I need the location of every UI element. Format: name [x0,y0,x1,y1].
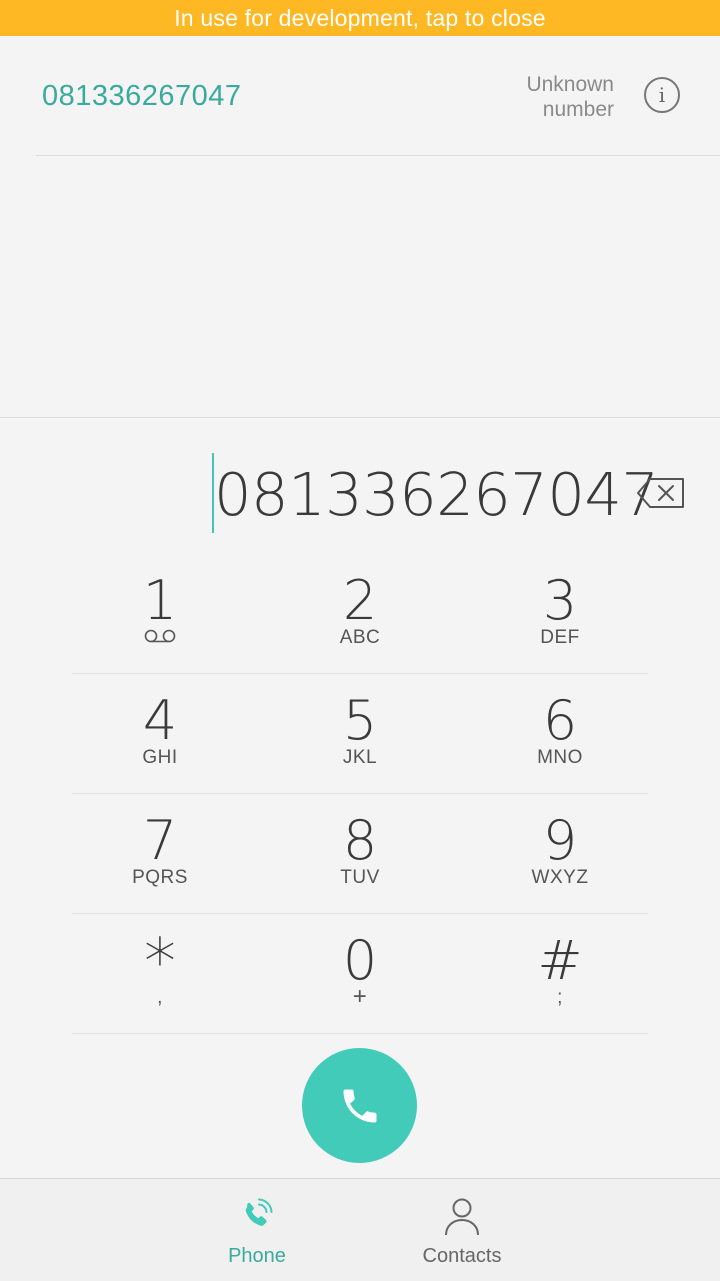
key-3[interactable]: 3 DEF [460,553,660,673]
key-digit: 6 [542,689,578,752]
info-icon[interactable]: i [644,77,680,113]
key-letters: ABC [339,627,381,648]
unknown-number-label-line1: Unknown [526,73,614,96]
keypad-row: 7 PQRS 8 TUV 9 WXYZ [60,793,660,913]
unknown-number-label-line2: number [542,98,614,121]
key-digit: 4 [142,689,178,752]
phone-icon [343,1089,376,1122]
keypad-row: 4 GHI 5 JKL 6 MNO [60,673,660,793]
key-digit: 5 [342,689,378,752]
key-9[interactable]: 9 WXYZ [460,793,660,913]
key-5[interactable]: 5 JKL [260,673,460,793]
key-letters: MNO [537,747,583,768]
key-7[interactable]: 7 PQRS [60,793,260,913]
key-digit: 3 [542,569,578,632]
keypad-row: 1 2 ABC 3 DEF [60,553,660,673]
key-2[interactable]: 2 ABC [260,553,460,673]
backspace-icon[interactable] [636,477,686,509]
divider [0,417,720,418]
key-digit: 1 [142,569,178,632]
key-digit: 0 [342,929,378,992]
key-8[interactable]: 8 TUV [260,793,460,913]
key-digit: # [537,929,583,992]
divider [36,155,720,156]
key-hash[interactable]: # ; [460,913,660,1033]
tab-phone-label: Phone [228,1245,286,1267]
tab-phone[interactable]: Phone [157,1179,357,1281]
call-button[interactable] [302,1048,417,1163]
key-1[interactable]: 1 [60,553,260,673]
dial-keypad: 1 2 ABC 3 DEF 4 GHI 5 JKL 6 MNO 7 PQRS 8… [60,553,660,1034]
development-banner[interactable]: In use for development, tap to close [0,0,720,36]
key-digit: 9 [542,809,578,872]
key-letters: ; [557,987,563,1008]
dialed-number[interactable]: 081336267047 [214,458,659,532]
divider [72,1033,648,1034]
key-digit: 8 [342,809,378,872]
contacts-tab-icon [445,1198,479,1236]
key-letters: JKL [342,747,378,768]
key-letters: TUV [340,867,380,888]
key-letters: DEF [540,627,580,648]
tab-contacts-label: Contacts [422,1245,502,1267]
phone-tab-icon [245,1198,273,1226]
key-star[interactable]: * , [60,913,260,1033]
key-letters: , [157,987,163,1008]
key-digit: 7 [142,809,178,872]
key-letters: GHI [142,747,178,768]
key-digit: * [144,926,176,1000]
key-letters: + [352,983,368,1010]
key-6[interactable]: 6 MNO [460,673,660,793]
key-letters: PQRS [132,867,188,888]
info-icon-glyph: i [658,83,666,107]
voicemail-icon [60,627,260,651]
dialed-number-display[interactable]: 081336267047 [0,450,720,540]
keypad-row: * , 0 + # ; [60,913,660,1033]
key-letters: WXYZ [531,867,589,888]
bottom-navigation: Phone Contacts [0,1178,720,1281]
key-0[interactable]: 0 + [260,913,460,1033]
unknown-number-label: Unknown number [454,72,614,122]
key-digit: 2 [342,569,378,632]
key-4[interactable]: 4 GHI [60,673,260,793]
suggested-number: 081336267047 [42,80,242,112]
development-banner-text: In use for development, tap to close [174,4,546,31]
tab-contacts[interactable]: Contacts [362,1179,562,1281]
contact-suggestion[interactable]: 081336267047 Unknown number i [0,36,720,156]
